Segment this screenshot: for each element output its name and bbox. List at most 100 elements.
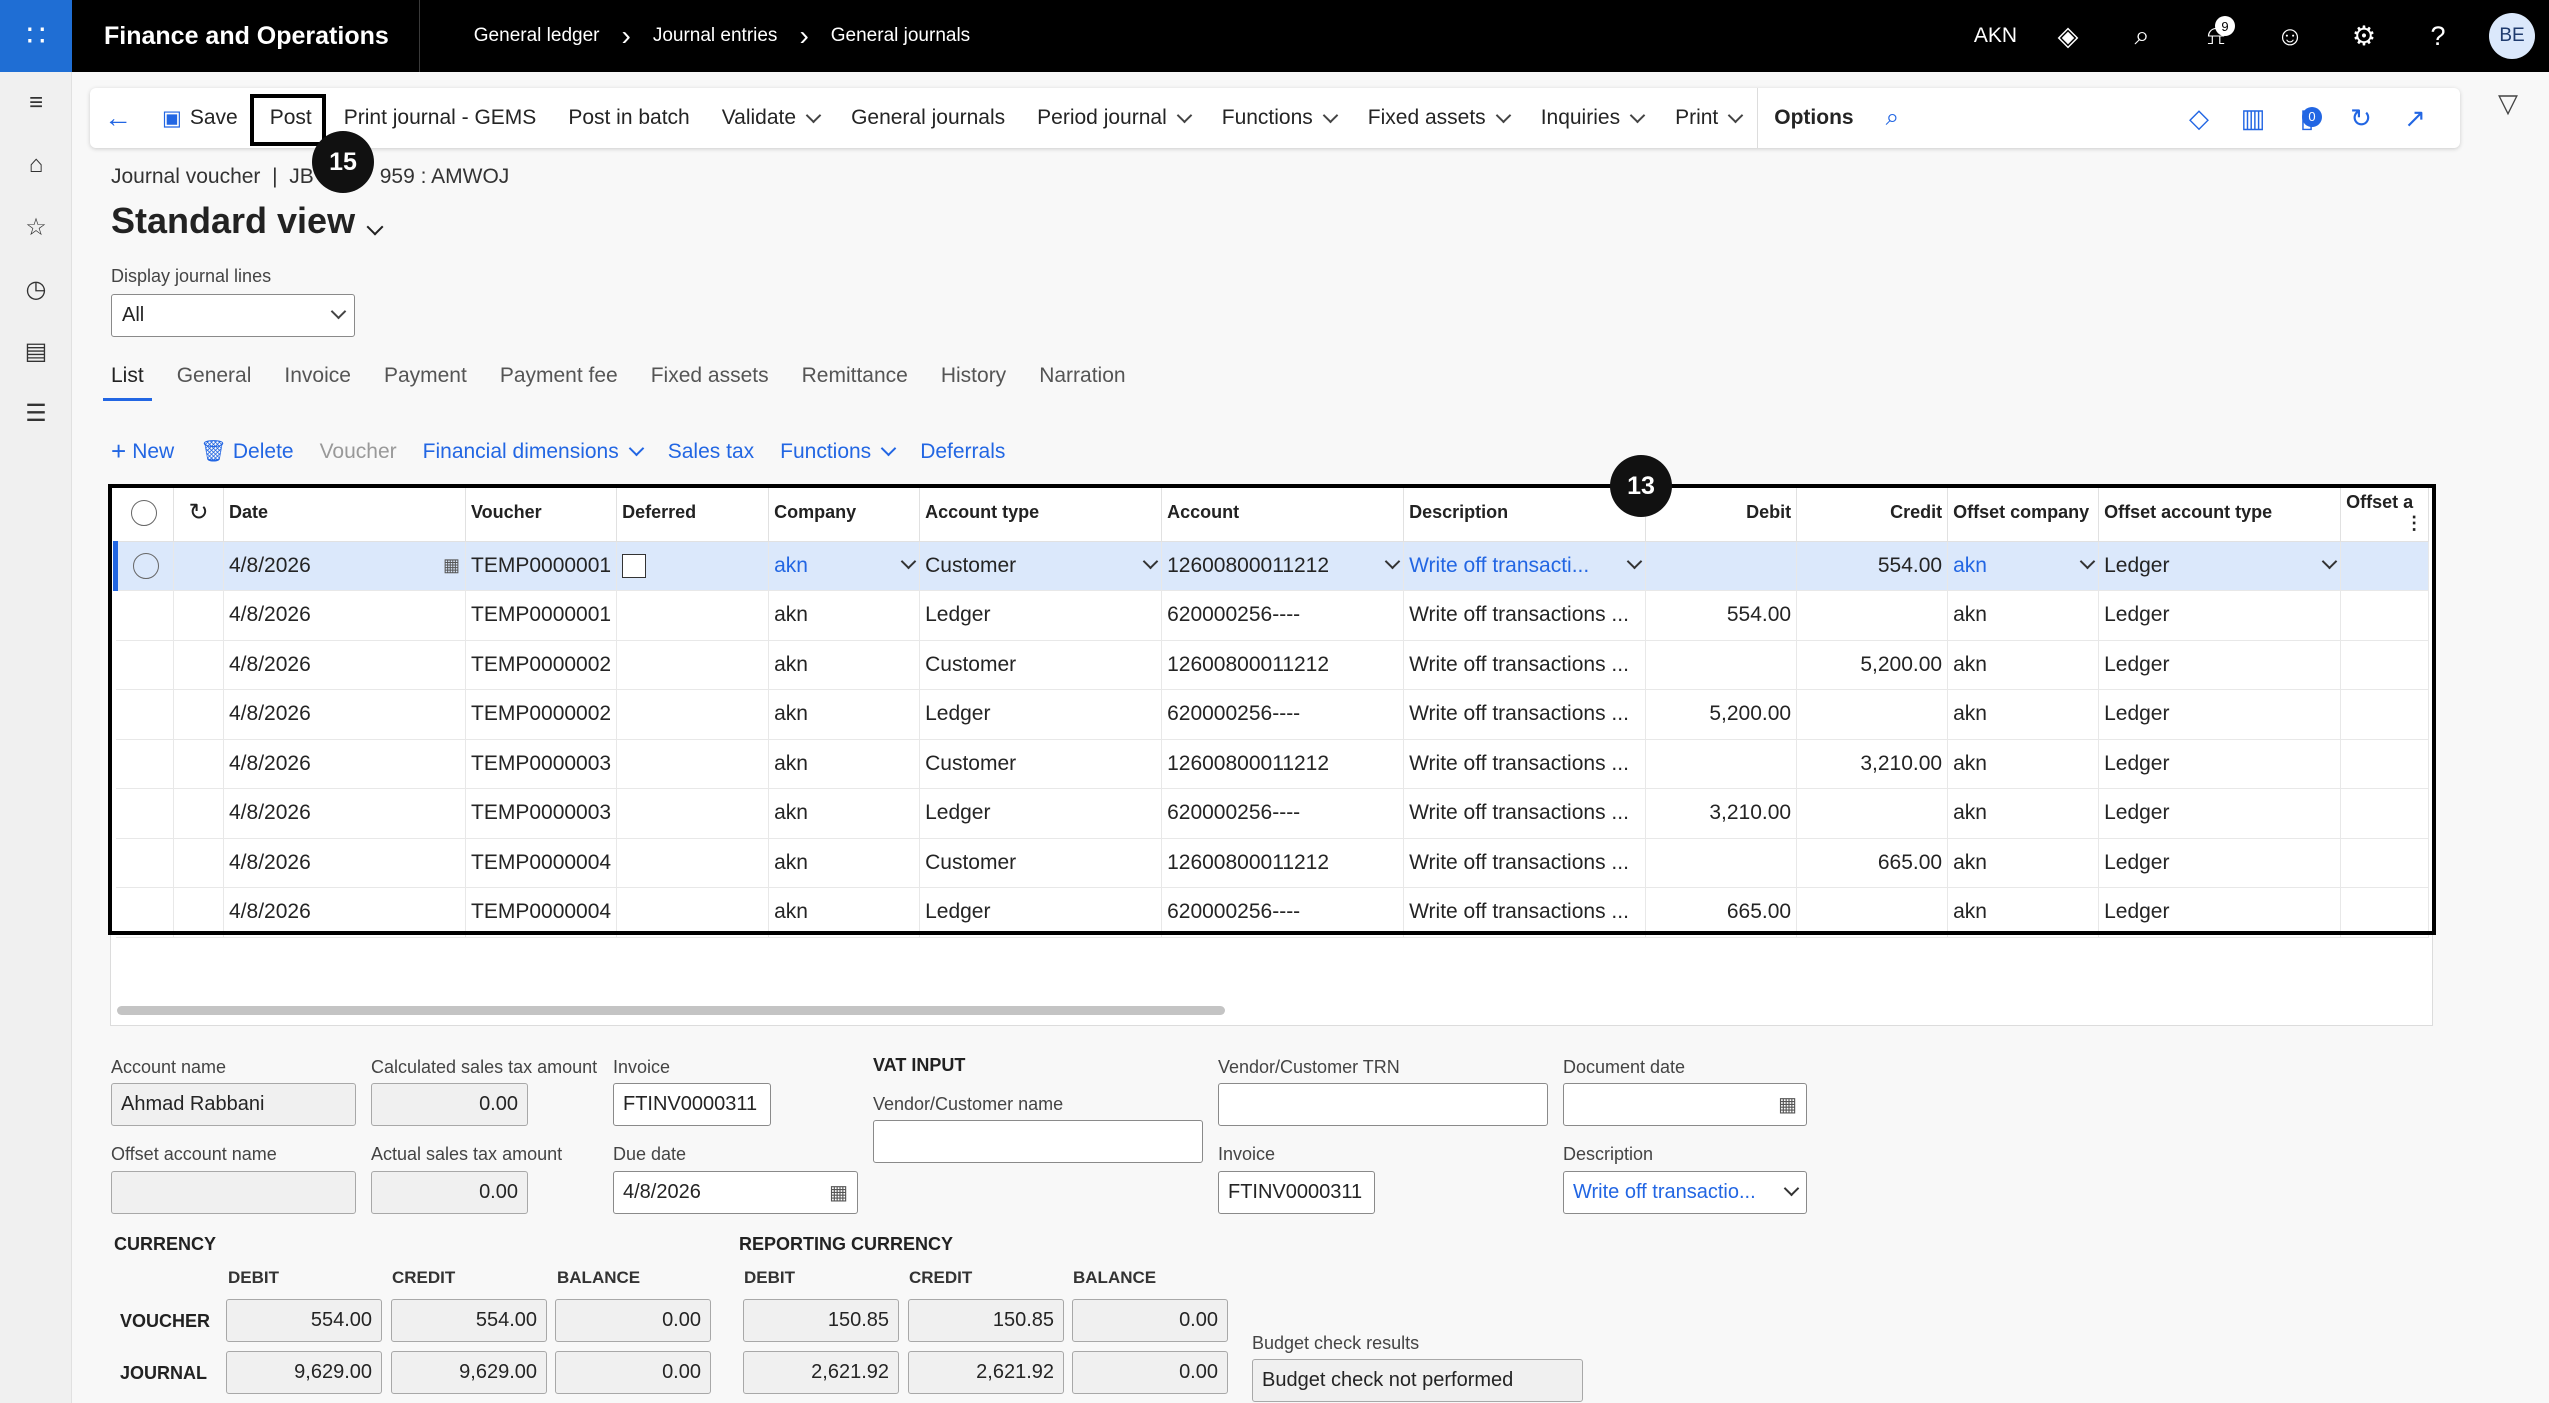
cell-voucher[interactable]: TEMP0000001 [465,590,618,641]
table-row[interactable]: 4/8/2026 TEMP0000004 akn Ledger 620000256---… [115,887,2430,938]
cell-account[interactable]: 620000256---- [1161,788,1405,839]
company-picker[interactable]: AKN [1974,24,2017,48]
cell-deferred[interactable] [616,788,770,839]
tab-narration[interactable]: Narration [1031,360,1133,401]
voucher-button[interactable]: Voucher [320,440,397,464]
print-menu[interactable]: Print [1659,88,1757,148]
cell-debit[interactable]: 665.00 [1645,887,1798,938]
more-vertical-icon[interactable]: ⋮ [2405,513,2423,534]
cell-deferred[interactable] [616,838,770,888]
reporting-journal-balance-field[interactable]: 0.00 [1072,1351,1228,1394]
cell-credit[interactable] [1796,689,1949,740]
cell-date[interactable]: 4/8/2026 [223,838,466,888]
cell-offset-account[interactable] [2340,541,2430,591]
cell-debit[interactable]: 5,200.00 [1645,689,1798,740]
cell-company[interactable]: akn [768,541,921,591]
cell-description[interactable]: Write off transactions ... [1403,590,1647,641]
voucher-balance-field[interactable]: 0.00 [555,1299,711,1342]
table-row[interactable]: 4/8/2026 TEMP0000003 akn Customer 1260080001… [115,739,2430,789]
back-arrow-icon[interactable]: ← [90,88,146,148]
chevron-down-icon[interactable] [2321,553,2338,570]
table-row[interactable]: 4/8/2026 ▦ TEMP0000001 akn Customer 126008000… [113,541,2430,591]
cell-description[interactable]: Write off transacti... [1403,541,1647,591]
actual-sales-tax-field[interactable]: 0.00 [371,1171,528,1214]
app-name[interactable]: Finance and Operations [72,0,420,72]
chevron-down-icon[interactable] [1384,553,1401,570]
cell-account[interactable]: 12600800011212 [1161,541,1405,591]
tab-remittance[interactable]: Remittance [794,360,916,401]
row-select-cell[interactable] [115,640,174,690]
cell-description[interactable]: Write off transactions ... [1403,788,1647,839]
calendar-icon[interactable]: ▦ [829,1180,848,1205]
feedback-smiley-icon[interactable]: ☺ [2253,0,2327,72]
general-journals-button[interactable]: General journals [835,88,1021,148]
reporting-journal-debit-field[interactable]: 2,621.92 [743,1351,899,1394]
reporting-voucher-debit-field[interactable]: 150.85 [743,1299,899,1342]
cell-offset-account-type[interactable]: Ledger [2098,838,2342,888]
cell-account-type[interactable]: Ledger [919,590,1163,641]
reporting-journal-credit-field[interactable]: 2,621.92 [908,1351,1064,1394]
row-select-cell[interactable] [113,541,174,591]
cell-deferred[interactable] [616,739,770,789]
cell-offset-account[interactable] [2340,739,2430,789]
cell-offset-account[interactable] [2340,788,2430,839]
chevron-down-icon[interactable] [2079,553,2096,570]
cell-description[interactable]: Write off transactions ... [1403,739,1647,789]
cell-account-type[interactable]: Ledger [919,788,1163,839]
breadcrumb-journal-entries[interactable]: Journal entries [653,25,778,47]
options-tab[interactable]: Options [1757,88,1869,148]
table-row[interactable]: 4/8/2026 TEMP0000002 akn Ledger 620000256---… [115,689,2430,740]
journal-debit-field[interactable]: 9,629.00 [226,1351,382,1394]
cell-account[interactable]: 12600800011212 [1161,640,1405,690]
cell-company[interactable]: akn [768,887,921,938]
cell-date[interactable]: 4/8/2026 [223,590,466,641]
cell-account-type[interactable]: Customer [919,541,1163,591]
cell-offset-account[interactable] [2340,838,2430,888]
column-offset-company[interactable]: Offset company [1947,485,2100,542]
cell-description[interactable]: Write off transactions ... [1403,640,1647,690]
column-credit[interactable]: Credit [1796,485,1949,542]
column-company[interactable]: Company [768,485,921,542]
cell-credit[interactable]: 3,210.00 [1796,739,1949,789]
post-in-batch-button[interactable]: Post in batch [552,88,705,148]
table-row[interactable]: 4/8/2026 TEMP0000003 akn Ledger 620000256---… [115,788,2430,839]
validate-menu[interactable]: Validate [706,88,835,148]
cell-voucher[interactable]: TEMP0000004 [465,838,618,888]
document-date-field[interactable]: ▦ [1563,1083,1807,1126]
tab-history[interactable]: History [933,360,1014,401]
cell-offset-account[interactable] [2340,887,2430,938]
view-selector[interactable]: Standard view [111,200,384,242]
cell-offset-company[interactable]: akn [1947,739,2100,789]
cell-company[interactable]: akn [768,739,921,789]
select-all-radio[interactable] [131,499,158,526]
calendar-icon[interactable]: ▦ [1778,1092,1797,1117]
cell-account[interactable]: 620000256---- [1161,689,1405,740]
cell-account[interactable]: 12600800011212 [1161,838,1405,888]
cell-account-type[interactable]: Customer [919,739,1163,789]
cell-account-type[interactable]: Customer [919,838,1163,888]
refresh-column-header[interactable]: ↻ [173,485,224,542]
search-icon[interactable]: ⌕ [1870,88,1915,148]
column-deferred[interactable]: Deferred [616,485,770,542]
cell-offset-account-type[interactable]: Ledger [2098,788,2342,839]
cell-company[interactable]: akn [768,788,921,839]
attachments-icon[interactable]: ▯0 [2280,103,2334,134]
invoice-field[interactable]: FTINV0000311 [613,1083,771,1126]
budget-check-field[interactable]: Budget check not performed [1252,1359,1583,1402]
column-account-type[interactable]: Account type [919,485,1163,542]
grid-functions-menu[interactable]: Functions [780,440,897,464]
cell-date[interactable]: 4/8/2026 [223,788,466,839]
journal-credit-field[interactable]: 9,629.00 [391,1351,547,1394]
vendor-customer-trn-field[interactable] [1218,1083,1548,1126]
account-name-field[interactable]: Ahmad Rabbani [111,1083,356,1126]
cell-voucher[interactable]: TEMP0000004 [465,887,618,938]
cell-offset-account[interactable] [2340,640,2430,690]
cell-debit[interactable] [1645,640,1798,690]
reporting-voucher-credit-field[interactable]: 150.85 [908,1299,1064,1342]
cell-date[interactable]: 4/8/2026 ▦ [223,541,466,591]
cell-date[interactable]: 4/8/2026 [223,689,466,740]
cell-offset-company[interactable]: akn [1947,887,2100,938]
home-icon[interactable]: ⌂ [0,134,72,196]
cell-offset-account-type[interactable]: Ledger [2098,689,2342,740]
recent-clock-icon[interactable]: ◷ [0,258,72,320]
